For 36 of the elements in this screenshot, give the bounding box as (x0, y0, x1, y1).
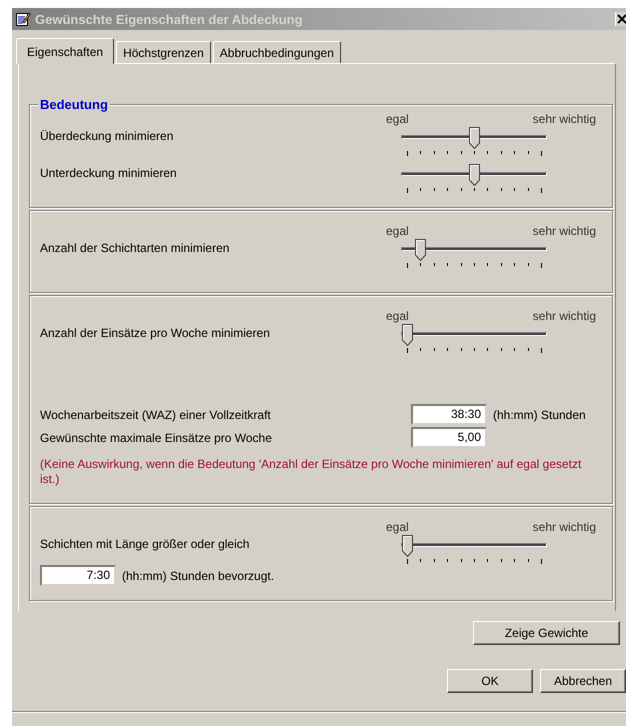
slider-thumb[interactable] (402, 535, 412, 557)
tab[interactable]: Höchstgrenzen (116, 41, 211, 63)
input-field[interactable]: 38:30 (411, 404, 487, 425)
slider-label: Überdeckung minimieren (40, 128, 174, 143)
scale-high-label: sehr wichtig (532, 308, 596, 324)
slider-thumb[interactable] (468, 164, 480, 186)
scale-low-label: egal (386, 519, 409, 535)
field-label: Wochenarbeitszeit (WAZ) einer Vollzeitkraft (40, 408, 272, 422)
input-field[interactable]: 7:30 (40, 565, 116, 586)
show-weights-button[interactable]: Zeige Gewichte (473, 621, 620, 645)
scale-high-label: sehr wichtig (532, 519, 596, 535)
slider-label: Anzahl der Einsätze pro Woche minimieren (40, 325, 271, 340)
window-title: Gewünschte Eigenschaften der Abdeckung (35, 12, 304, 26)
input-field[interactable]: 5,00 (411, 427, 487, 448)
cancel-button[interactable]: Abbrechen (540, 669, 626, 693)
ok-button[interactable]: OK (447, 669, 533, 693)
scale-low-label: egal (386, 223, 409, 239)
slider-label: Schichten mit Länge größer oder gleich (40, 536, 250, 551)
tab[interactable]: Eigenschaften (16, 38, 114, 64)
scale-low-label: egal (386, 111, 409, 127)
scale-low-label: egal (386, 308, 409, 324)
slider-label: Anzahl der Schichtarten minimieren (40, 240, 230, 255)
slider-label: Unterdeckung minimieren (40, 165, 178, 180)
slider-thumb[interactable] (414, 239, 426, 261)
hint-text: (Keine Auswirkung, wenn die Bedeutung 'Anzahl der Einsätze pro Woche minimieren' auf egal gesetzt ist.) (40, 457, 582, 487)
slider-thumb[interactable] (468, 127, 480, 149)
close-icon[interactable] (615, 12, 626, 26)
scale-high-label: sehr wichtig (532, 111, 596, 127)
unit-label: (hh:mm) Stunden (493, 408, 586, 422)
field-label: Gewünschte maximale Einsätze pro Woche (40, 430, 273, 444)
tab[interactable]: Abbruchbedingungen (212, 41, 341, 63)
unit-label: (hh:mm) Stunden bevorzugt. (122, 568, 274, 582)
slider-thumb[interactable] (402, 324, 412, 346)
notepad-icon (15, 11, 31, 27)
scale-high-label: sehr wichtig (532, 223, 596, 239)
group-legend: Bedeutung (38, 97, 110, 112)
